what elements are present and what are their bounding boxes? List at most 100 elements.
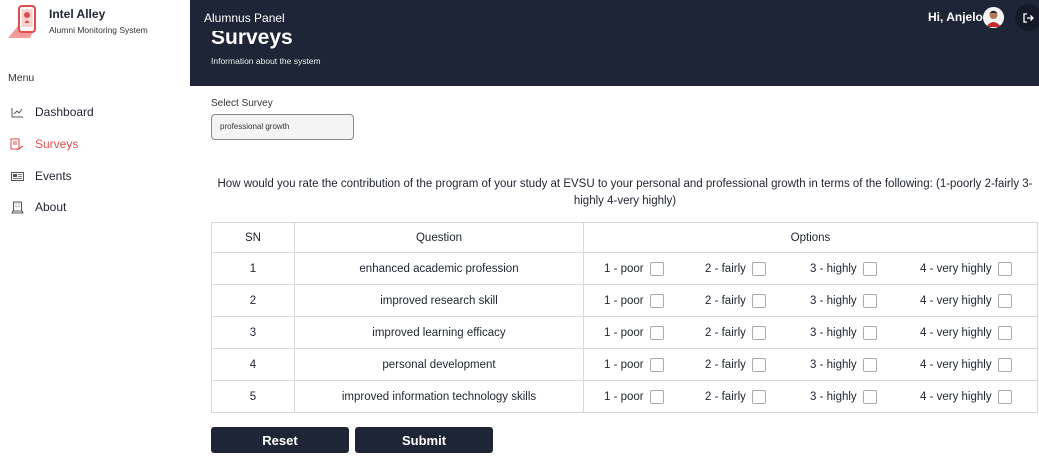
header: Alumnus Panel Surveys Information about … [190,0,1039,86]
rating-option-label: 3 - highly [810,390,857,403]
rating-checkbox[interactable] [862,389,877,404]
rating-option-3[interactable]: 3 - highly [810,293,877,308]
rating-option-3[interactable]: 3 - highly [810,261,877,276]
table-row: 1 enhanced academic profession 1 - poor 2 -… [211,252,1038,285]
building-icon [10,200,24,214]
header-options: Options [790,231,831,244]
sidebar: Intel Alley Alumni Monitoring System Men… [0,0,190,469]
rating-checkbox[interactable] [862,357,877,372]
table-row: 3 improved learning efficacy 1 - poor 2 - f… [211,316,1038,349]
rating-option-label: 1 - poor [604,326,644,339]
rating-checkbox[interactable] [649,357,664,372]
rating-checkbox[interactable] [751,389,766,404]
menu-heading: Menu [8,72,35,84]
rating-option-2[interactable]: 2 - fairly [705,389,766,404]
rating-checkbox[interactable] [997,325,1012,340]
rating-option-label: 2 - fairly [705,390,746,403]
rating-checkbox[interactable] [862,261,877,276]
rating-checkbox[interactable] [649,261,664,276]
user-avatar-icon [983,7,1004,28]
rating-option-label: 1 - poor [604,358,644,371]
rating-option-1[interactable]: 1 - poor [604,293,664,308]
rating-option-label: 4 - very highly [920,326,992,339]
rating-checkbox[interactable] [862,293,877,308]
rating-checkbox[interactable] [997,261,1012,276]
rating-option-4[interactable]: 4 - very highly [920,325,1012,340]
logout-button[interactable] [1015,4,1039,31]
row-sn: 3 [249,326,257,339]
submit-button[interactable]: Submit [355,427,493,453]
rating-checkbox[interactable] [997,389,1012,404]
rating-option-4[interactable]: 4 - very highly [920,389,1012,404]
sidebar-item-dashboard[interactable]: Dashboard [0,99,190,125]
row-question: enhanced academic profession [359,262,519,275]
survey-icon [10,137,24,151]
rating-option-2[interactable]: 2 - fairly [705,293,766,308]
rating-option-1[interactable]: 1 - poor [604,357,664,372]
rating-checkbox[interactable] [649,325,664,340]
reset-button[interactable]: Reset [211,427,349,453]
row-sn: 4 [249,358,257,371]
rating-option-label: 3 - highly [810,326,857,339]
brand-name: Intel Alley [49,7,106,21]
rating-checkbox[interactable] [862,325,877,340]
rating-option-label: 2 - fairly [705,326,746,339]
logout-icon [1023,12,1034,23]
rating-option-label: 4 - very highly [920,262,992,275]
rating-option-label: 1 - poor [604,262,644,275]
brand-subtitle: Alumni Monitoring System [49,25,148,35]
rating-option-1[interactable]: 1 - poor [604,389,664,404]
rating-option-1[interactable]: 1 - poor [604,261,664,276]
rating-checkbox[interactable] [751,293,766,308]
rating-checkbox[interactable] [751,261,766,276]
sidebar-item-events[interactable]: Events [0,163,190,189]
rating-option-1[interactable]: 1 - poor [604,325,664,340]
rating-option-label: 3 - highly [810,262,857,275]
rating-option-label: 3 - highly [810,358,857,371]
table-row: 2 improved research skill 1 - poor 2 - fair… [211,284,1038,317]
rating-option-label: 2 - fairly [705,262,746,275]
select-survey-label: Select Survey [211,98,273,109]
panel-title: Alumnus Panel [204,11,285,25]
rating-option-3[interactable]: 3 - highly [810,389,877,404]
sidebar-item-label: Dashboard [35,105,94,119]
sidebar-item-surveys[interactable]: Surveys [0,131,190,157]
rating-option-4[interactable]: 4 - very highly [920,357,1012,372]
table-row: 5 improved information technology skills 1… [211,380,1038,413]
survey-table: SN Question Options 1 enhanced academic p… [211,222,1038,413]
rating-option-3[interactable]: 3 - highly [810,357,877,372]
rating-checkbox[interactable] [997,293,1012,308]
header-question: Question [415,231,463,244]
row-question: personal development [382,358,496,371]
header-sn: SN [245,231,261,244]
rating-checkbox[interactable] [751,357,766,372]
page-title: Surveys [211,31,293,49]
page-subtitle: Information about the system [211,56,321,66]
rating-option-label: 1 - poor [604,294,644,307]
survey-select[interactable]: professional growth [211,114,354,140]
rating-checkbox[interactable] [649,293,664,308]
sidebar-item-about[interactable]: About [0,194,190,220]
row-sn: 1 [249,262,257,275]
rating-option-label: 2 - fairly [705,294,746,307]
row-question: improved research skill [380,294,498,307]
rating-option-2[interactable]: 2 - fairly [705,261,766,276]
row-question: improved information technology skills [341,390,537,403]
rating-option-4[interactable]: 4 - very highly [920,261,1012,276]
avatar[interactable] [983,7,1004,28]
rating-option-4[interactable]: 4 - very highly [920,293,1012,308]
row-question: improved learning efficacy [372,326,506,339]
row-sn: 5 [249,390,257,403]
brand[interactable]: Intel Alley Alumni Monitoring System [6,4,186,44]
sidebar-item-label: About [35,200,67,214]
rating-checkbox[interactable] [649,389,664,404]
sidebar-item-label: Surveys [35,137,79,151]
rating-checkbox[interactable] [997,357,1012,372]
rating-checkbox[interactable] [751,325,766,340]
rating-option-2[interactable]: 2 - fairly [705,325,766,340]
rating-option-3[interactable]: 3 - highly [810,325,877,340]
rating-option-label: 3 - highly [810,294,857,307]
rating-option-label: 2 - fairly [705,358,746,371]
phone-location-logo [8,5,36,38]
rating-option-2[interactable]: 2 - fairly [705,357,766,372]
